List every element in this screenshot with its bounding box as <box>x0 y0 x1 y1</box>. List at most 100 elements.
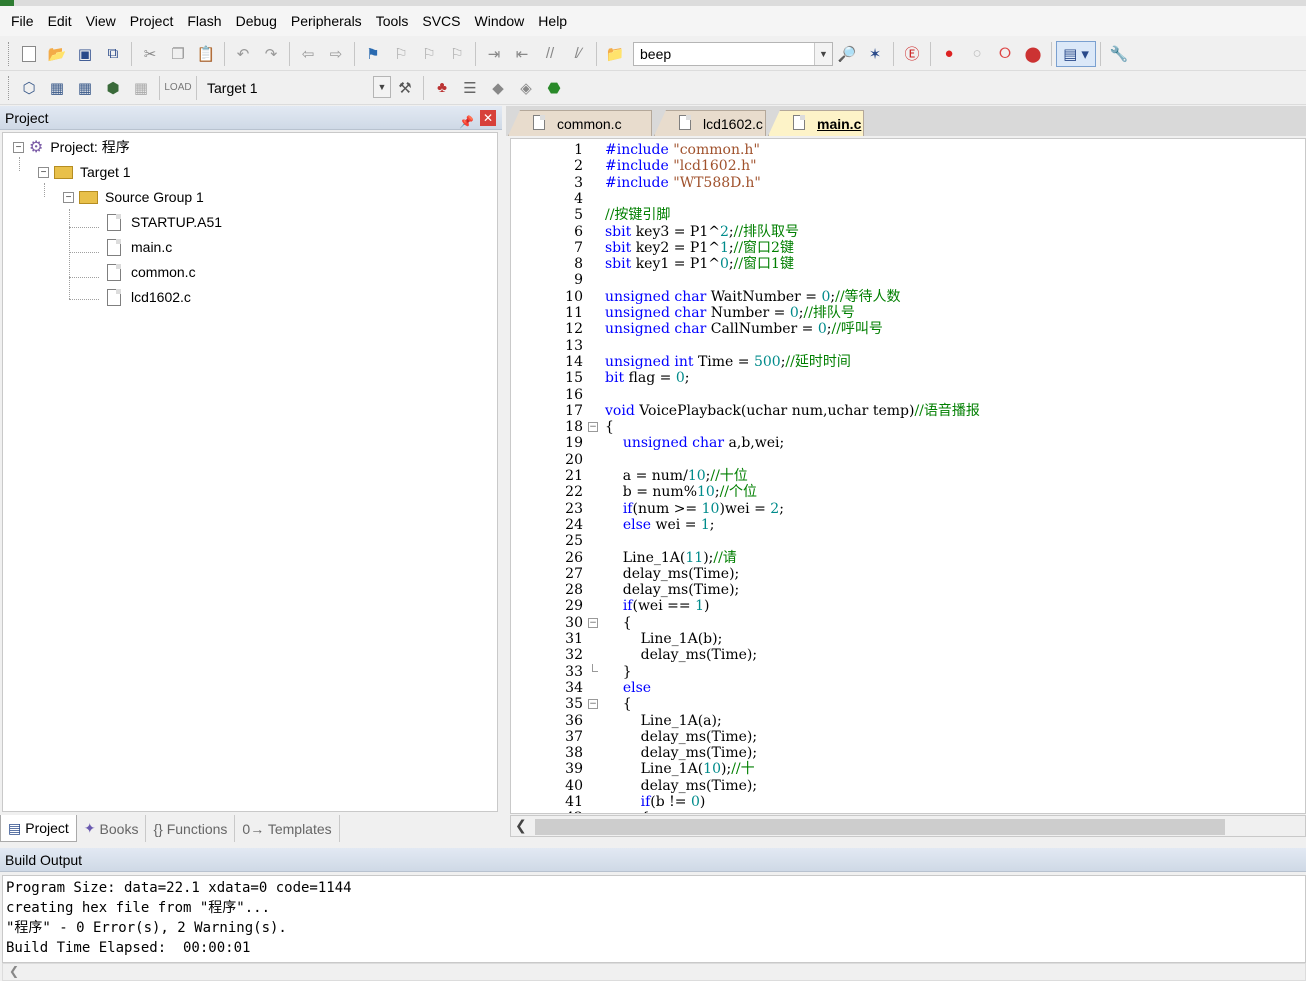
code-line[interactable]: 34 else <box>511 680 1305 696</box>
batch-build-icon[interactable]: ⬢ <box>99 75 127 101</box>
configure-icon[interactable]: 🔧 <box>1105 41 1133 67</box>
scroll-left-icon[interactable]: ❮ <box>515 817 527 834</box>
tab-common-c[interactable]: common.c <box>508 110 652 136</box>
collapse-icon[interactable]: − <box>13 141 24 153</box>
next-bookmark-icon[interactable]: ⚐ <box>415 41 443 67</box>
horizontal-scrollbar[interactable]: ❮ <box>510 815 1306 837</box>
incremental-find-icon[interactable]: 🔎 <box>833 41 861 67</box>
code-line[interactable]: 39 Line_1A(10);//十 <box>511 761 1305 777</box>
tab-main-c[interactable]: main.c <box>768 110 864 136</box>
pin-icon[interactable]: 📌 <box>459 110 474 134</box>
code-line[interactable]: 26 Line_1A(11);//请 <box>511 550 1305 566</box>
tree-file[interactable]: common.c <box>107 261 196 283</box>
collapse-icon[interactable]: − <box>63 191 74 203</box>
collapse-icon[interactable]: − <box>38 166 49 178</box>
kill-all-breakpoints-icon[interactable]: ⬤ <box>1019 41 1047 67</box>
fold-collapse-icon[interactable]: − <box>588 699 598 710</box>
close-icon[interactable]: ✕ <box>480 110 496 126</box>
file-extensions-icon[interactable]: ♣ <box>428 75 456 101</box>
code-line[interactable]: 8 sbit key1 = P1^0;//窗口1键 <box>511 256 1305 272</box>
code-line[interactable]: 27 delay_ms(Time); <box>511 566 1305 582</box>
code-line[interactable]: 33 } <box>511 663 1305 680</box>
code-line[interactable]: 31 Line_1A(b); <box>511 631 1305 647</box>
manage-components-icon[interactable]: ☰ <box>456 75 484 101</box>
menu-svcs[interactable]: SVCS <box>415 6 467 36</box>
tree-file[interactable]: lcd1602.c <box>107 286 191 308</box>
build-scrollbar[interactable]: ❮ <box>2 963 1306 981</box>
rebuild-icon[interactable]: ▦ <box>71 75 99 101</box>
tab-lcd1602-c[interactable]: lcd1602.c <box>654 110 766 136</box>
comment-icon[interactable]: // <box>536 41 564 67</box>
tree-file[interactable]: STARTUP.A51 <box>107 211 222 233</box>
unindent-icon[interactable]: ⇤ <box>508 41 536 67</box>
disable-breakpoint-icon[interactable]: ○ <box>963 41 991 67</box>
chevron-down-icon[interactable]: ▼ <box>373 75 391 98</box>
code-line[interactable]: 4 <box>511 191 1305 207</box>
bookmark-icon[interactable]: ⚑ <box>359 41 387 67</box>
uncomment-icon[interactable]: /∕ <box>564 41 592 67</box>
code-line[interactable]: 23 if(num >= 10)wei = 2; <box>511 501 1305 517</box>
code-line[interactable]: 35− { <box>511 696 1305 712</box>
code-line[interactable]: 28 delay_ms(Time); <box>511 582 1305 598</box>
redo-icon[interactable]: ↷ <box>257 41 285 67</box>
nav-back-icon[interactable]: ⇦ <box>294 41 322 67</box>
code-line[interactable]: 11 unsigned char Number = 0;//排队号 <box>511 305 1305 321</box>
scroll-left-icon[interactable]: ❮ <box>9 964 19 978</box>
code-line[interactable]: 41 if(b != 0) <box>511 794 1305 810</box>
tab-functions[interactable]: {} Functions <box>146 815 236 842</box>
tab-books[interactable]: ✦ Books <box>77 815 147 842</box>
disable-all-breakpoints-icon[interactable]: ⭘ <box>991 41 1019 67</box>
save-all-icon[interactable]: ⧉ <box>99 41 127 67</box>
code-line[interactable]: 22 b = num%10;//个位 <box>511 484 1305 500</box>
undo-icon[interactable]: ↶ <box>229 41 257 67</box>
code-line[interactable]: 14 unsigned int Time = 500;//延时时间 <box>511 354 1305 370</box>
cut-icon[interactable]: ✂ <box>136 41 164 67</box>
select-software-packs-icon[interactable]: ⬣ <box>540 75 568 101</box>
prev-bookmark-icon[interactable]: ⚐ <box>387 41 415 67</box>
code-line[interactable]: 10 unsigned char WaitNumber = 0;//等待人数 <box>511 289 1305 305</box>
menu-view[interactable]: View <box>79 6 123 36</box>
code-line[interactable]: 18−{ <box>511 419 1305 435</box>
indent-icon[interactable]: ⇥ <box>480 41 508 67</box>
clear-bookmarks-icon[interactable]: ⚐ <box>443 41 471 67</box>
find-combo[interactable]: beep ▼ <box>633 41 833 66</box>
code-line[interactable]: 21 a = num/10;//十位 <box>511 468 1305 484</box>
paste-icon[interactable]: 📋 <box>192 41 220 67</box>
code-line[interactable]: 6 sbit key3 = P1^2;//排队取号 <box>511 224 1305 240</box>
toolbar-grip[interactable] <box>8 75 11 100</box>
target-combo[interactable]: Target 1 ▼ <box>201 75 391 100</box>
code-line[interactable]: 29 if(wei == 1) <box>511 598 1305 614</box>
run-environment-icon[interactable]: ◆ <box>484 75 512 101</box>
stop-build-icon[interactable]: ▦ <box>127 75 155 101</box>
window-layout-icon[interactable]: ▤ ▾ <box>1056 40 1096 67</box>
code-line[interactable]: 30− { <box>511 615 1305 631</box>
open-file-icon[interactable]: 📂 <box>43 41 71 67</box>
code-editor[interactable]: 1 #include "common.h" 2 #include "lcd1602.h… <box>510 138 1306 814</box>
code-line[interactable]: 20 <box>511 452 1305 468</box>
code-line[interactable]: 24 else wei = 1; <box>511 517 1305 533</box>
build-icon[interactable]: ▦ <box>43 75 71 101</box>
menu-window[interactable]: Window <box>468 6 532 36</box>
tab-project[interactable]: ▤ Project <box>0 815 77 842</box>
nav-forward-icon[interactable]: ⇨ <box>322 41 350 67</box>
tree-node-source-group[interactable]: − Source Group 1 <box>63 186 204 208</box>
tab-templates[interactable]: 0→ Templates <box>235 815 340 842</box>
code-line[interactable]: 15 bit flag = 0; <box>511 370 1305 386</box>
tree-file[interactable]: main.c <box>107 236 172 258</box>
menu-help[interactable]: Help <box>531 6 574 36</box>
menu-tools[interactable]: Tools <box>369 6 416 36</box>
code-line[interactable]: 16 <box>511 387 1305 403</box>
pack-installer-icon[interactable]: ◈ <box>512 75 540 101</box>
menu-debug[interactable]: Debug <box>229 6 284 36</box>
fold-collapse-icon[interactable]: − <box>588 422 598 433</box>
breakpoint-icon[interactable]: ● <box>935 41 963 67</box>
menu-file[interactable]: File <box>4 6 41 36</box>
new-file-icon[interactable] <box>15 41 43 67</box>
code-line[interactable]: 9 <box>511 272 1305 288</box>
debug-session-icon[interactable]: Ⓔ <box>898 41 926 67</box>
download-icon[interactable]: LOAD <box>164 75 192 101</box>
code-line[interactable]: 7 sbit key2 = P1^1;//窗口2键 <box>511 240 1305 256</box>
code-line[interactable]: 32 delay_ms(Time); <box>511 647 1305 663</box>
code-line[interactable]: 25 <box>511 533 1305 549</box>
code-line[interactable]: 36 Line_1A(a); <box>511 713 1305 729</box>
